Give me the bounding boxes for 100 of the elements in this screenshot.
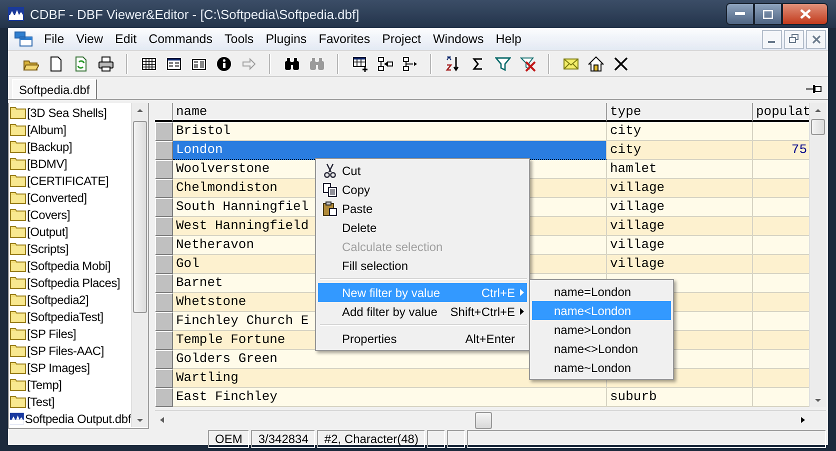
- folder-icon: [10, 327, 26, 340]
- table-cell: East Finchley: [173, 388, 607, 407]
- folder-item[interactable]: [SP Images]: [27, 360, 90, 374]
- folder-item[interactable]: [Scripts]: [27, 242, 69, 256]
- column-left-icon: [376, 56, 392, 72]
- folder-icon: [10, 276, 26, 289]
- status-panel: [427, 430, 446, 448]
- scrollbar[interactable]: [131, 103, 148, 427]
- folder-item[interactable]: [Softpedia2]: [27, 292, 89, 306]
- folder-item[interactable]: [Converted]: [27, 190, 87, 204]
- funnel-icon: [494, 56, 510, 72]
- folder-item[interactable]: [Temp]: [27, 378, 62, 392]
- row-selector[interactable]: [155, 217, 173, 236]
- row-selector[interactable]: [155, 160, 173, 179]
- table-cell: hamlet: [607, 160, 753, 179]
- minimize-button[interactable]: [726, 3, 754, 25]
- horizontal-scrollbar[interactable]: [155, 410, 826, 429]
- row-selector[interactable]: [155, 293, 173, 312]
- folder-item[interactable]: [Softpedia Mobi]: [27, 258, 111, 272]
- house-icon: [588, 56, 604, 72]
- row-selector[interactable]: [155, 331, 173, 350]
- column-header[interactable]: type: [607, 103, 753, 122]
- menu-item[interactable]: Fill selection: [318, 256, 527, 275]
- clipboard-icon: [322, 200, 338, 216]
- column-right-icon: [402, 56, 418, 72]
- table-cell: [753, 160, 809, 179]
- menu-item[interactable]: Delete: [318, 218, 527, 237]
- menu-item[interactable]: Properties Alt+Enter: [318, 329, 527, 348]
- folder-item[interactable]: [Test]: [27, 394, 54, 408]
- row-selector[interactable]: [155, 122, 173, 141]
- column-header[interactable]: name: [173, 103, 607, 122]
- document-tab[interactable]: Softpedia.dbf: [12, 79, 97, 99]
- table-cell: [753, 217, 809, 236]
- table-cell: [753, 293, 809, 312]
- menu-item[interactable]: View: [70, 32, 110, 46]
- menu-item[interactable]: Help: [490, 32, 528, 46]
- folder-item[interactable]: [BDMV]: [27, 156, 68, 170]
- row-selector[interactable]: [155, 179, 173, 198]
- menu-item[interactable]: Project: [376, 32, 427, 46]
- folder-item[interactable]: [CERTIFICATE]: [27, 174, 109, 188]
- menu-item[interactable]: Favorites: [312, 32, 376, 46]
- scroll-thumb[interactable]: [133, 121, 147, 313]
- menu-item[interactable]: Windows: [427, 32, 490, 46]
- close-icon: [812, 34, 820, 44]
- folder-icon: [10, 310, 26, 323]
- document-item[interactable]: Softpedia Output.dbf: [24, 412, 131, 426]
- folder-item[interactable]: [Album]: [27, 122, 66, 136]
- row-selector[interactable]: [155, 141, 173, 160]
- menu-item[interactable]: Edit: [109, 32, 143, 46]
- menu-item[interactable]: Copy: [318, 180, 527, 199]
- menu-item[interactable]: Paste: [318, 199, 527, 218]
- maximize-button[interactable]: [754, 3, 782, 25]
- folder-icon: [10, 208, 26, 221]
- scrollbar[interactable]: [809, 103, 826, 407]
- menu-item[interactable]: Commands: [142, 32, 218, 46]
- row-selector[interactable]: [155, 198, 173, 217]
- row-selector[interactable]: [155, 388, 173, 407]
- column-header[interactable]: populat: [753, 103, 809, 122]
- close-icon: [800, 9, 810, 19]
- scroll-thumb[interactable]: [475, 412, 492, 428]
- row-selector[interactable]: [155, 255, 173, 274]
- menu-item[interactable]: File: [38, 32, 70, 46]
- folder-item[interactable]: [3D Sea Shells]: [27, 106, 107, 120]
- submenu-arrow-icon: [520, 289, 524, 296]
- row-selector[interactable]: [155, 236, 173, 255]
- status-panel: [447, 430, 466, 448]
- status-panel: OEM: [208, 430, 250, 448]
- document-window-icon[interactable]: [14, 31, 34, 47]
- sort-icon: [444, 56, 460, 72]
- folder-icon: [10, 123, 26, 136]
- folder-item[interactable]: [Backup]: [27, 140, 72, 154]
- table-cell: city: [607, 122, 753, 141]
- table-cell: [753, 236, 809, 255]
- maximize-icon: [763, 10, 773, 18]
- app-icon: [8, 7, 24, 21]
- row-selector[interactable]: [155, 350, 173, 369]
- close-button[interactable]: [782, 3, 828, 25]
- restore-button[interactable]: [784, 30, 804, 48]
- menu-item[interactable]: Tools: [218, 32, 260, 46]
- folder-icon: [10, 344, 26, 357]
- refresh-icon: [72, 56, 88, 72]
- folder-item[interactable]: [Output]: [27, 224, 68, 238]
- table-cell: London: [173, 141, 607, 160]
- scroll-thumb[interactable]: [811, 119, 825, 135]
- row-selector[interactable]: [155, 312, 173, 331]
- restore-icon: [789, 34, 799, 44]
- folder-item[interactable]: [SP Files]: [27, 326, 76, 340]
- pin-icon[interactable]: [806, 83, 822, 95]
- folder-item[interactable]: [SoftpediaTest]: [27, 310, 104, 324]
- folder-item[interactable]: [Covers]: [27, 208, 70, 222]
- row-selector[interactable]: [155, 274, 173, 293]
- menu-item[interactable]: Cut: [318, 161, 527, 180]
- table-cell: [753, 312, 809, 331]
- folder-item[interactable]: [Softpedia Places]: [27, 276, 120, 290]
- folder-icon: [10, 395, 26, 408]
- folder-item[interactable]: [SP Files-AAC]: [27, 344, 104, 358]
- menu-item[interactable]: Plugins: [260, 32, 313, 46]
- binoculars-icon: [308, 56, 324, 72]
- folder-icon: [10, 361, 26, 374]
- row-selector[interactable]: [155, 369, 173, 388]
